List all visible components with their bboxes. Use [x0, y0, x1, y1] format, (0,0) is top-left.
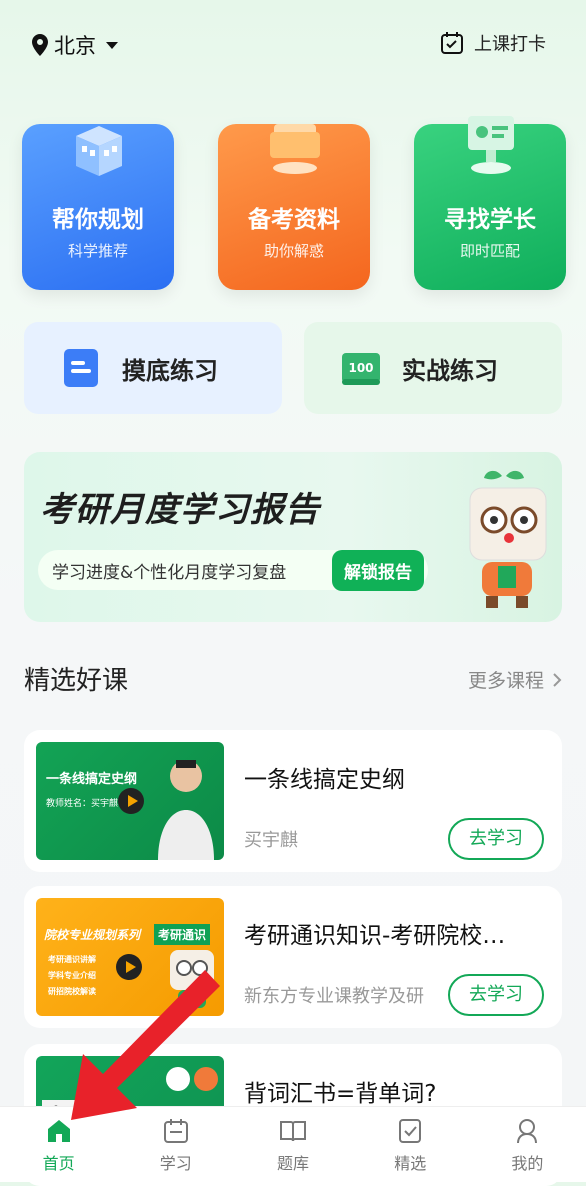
checklist-icon [399, 1118, 422, 1143]
nav-label: 我的 [511, 1153, 544, 1173]
mascot-illustration [469, 470, 547, 608]
nav-label: 精选 [394, 1153, 427, 1173]
card-subtitle: 助你解惑 [263, 242, 324, 260]
calendar-check-icon [441, 32, 463, 54]
go-study-button[interactable]: 去学习 [448, 818, 544, 860]
unlock-report-button[interactable]: 解锁报告 [332, 549, 424, 591]
building-icon [76, 126, 122, 176]
chevron-down-icon [106, 41, 118, 49]
course-thumbnail: 一条线搞定史纲 教师姓名：买宇麒 [36, 742, 224, 860]
card-title: 寻找学长 [444, 207, 536, 233]
annotation-arrow-icon [71, 970, 220, 1120]
card-title: 备考资料 [248, 207, 340, 233]
city-label: 北京 [54, 34, 96, 58]
city-selector[interactable]: 北京 [32, 30, 118, 60]
checkin-button[interactable]: 上课打卡 [440, 30, 546, 56]
more-courses-link[interactable]: 更多课程 [468, 666, 562, 693]
card-materials[interactable]: 备考资料 助你解惑 [218, 124, 370, 290]
tile-label: 摸底练习 [122, 356, 218, 385]
card-subtitle: 科学推荐 [67, 242, 128, 260]
nav-profile[interactable]: 我的 [469, 1107, 586, 1182]
banner-title: 考研月度学习报告 [40, 490, 320, 530]
tile-label: 实战练习 [402, 356, 498, 385]
go-study-button[interactable]: 去学习 [448, 974, 544, 1016]
course-title: 背词汇书=背单词? [244, 1081, 437, 1107]
card-title: 帮你规划 [52, 207, 144, 233]
section-title: 精选好课 [24, 666, 129, 696]
course-card[interactable]: 一条线搞定史纲 教师姓名：买宇麒 一条线搞定史纲 买宇麒 去学习 [24, 730, 562, 872]
more-label: 更多课程 [467, 670, 544, 692]
thumb-title: 院校专业规划系列 [44, 928, 141, 942]
nav-label: 学习 [159, 1153, 192, 1173]
thumb-title: 一条线搞定史纲 [46, 772, 138, 787]
book-icon [280, 1120, 306, 1141]
nav-question-bank[interactable]: 题库 [234, 1107, 351, 1182]
banner-pill: 学习进度&个性化月度学习复盘 解锁报告 [38, 549, 428, 591]
folder-icon [270, 124, 320, 174]
play-icon [118, 788, 144, 814]
profile-icon [517, 1118, 538, 1143]
location-pin-icon [32, 34, 48, 56]
real-practice-tile[interactable]: 100 实战练习 [304, 322, 562, 414]
chevron-right-icon [553, 672, 562, 687]
thumb-tag: 考研通识 [154, 924, 211, 945]
card-plan[interactable]: 帮你规划 科学推荐 [22, 124, 174, 290]
course-title: 一条线搞定史纲 [244, 767, 405, 793]
course-author: 新东方专业课教学及研 [244, 986, 424, 1007]
card-senior[interactable]: 寻找学长 即时匹配 [414, 116, 566, 290]
mock-practice-tile[interactable]: 摸底练习 [24, 322, 282, 414]
nav-label: 题库 [277, 1153, 310, 1173]
document-icon [64, 349, 98, 387]
nav-featured[interactable]: 精选 [352, 1107, 469, 1182]
checkin-label: 上课打卡 [474, 34, 546, 55]
monitor-icon [468, 116, 514, 174]
scroll-100-icon: 100 [342, 353, 380, 385]
card-subtitle: 即时匹配 [459, 242, 520, 260]
thumb-teacher: 教师姓名：买宇麒 [46, 799, 119, 809]
nav-label: 首页 [42, 1153, 75, 1173]
course-author: 买宇麒 [244, 830, 298, 851]
score-badge: 100 [348, 361, 373, 375]
teacher-photo [158, 760, 214, 860]
banner-desc: 学习进度&个性化月度学习复盘 [52, 562, 287, 583]
monthly-report-banner[interactable]: 考研月度学习报告 学习进度&个性化月度学习复盘 解锁报告 [24, 452, 562, 622]
course-title: 考研通识知识-考研院校… [244, 923, 506, 949]
